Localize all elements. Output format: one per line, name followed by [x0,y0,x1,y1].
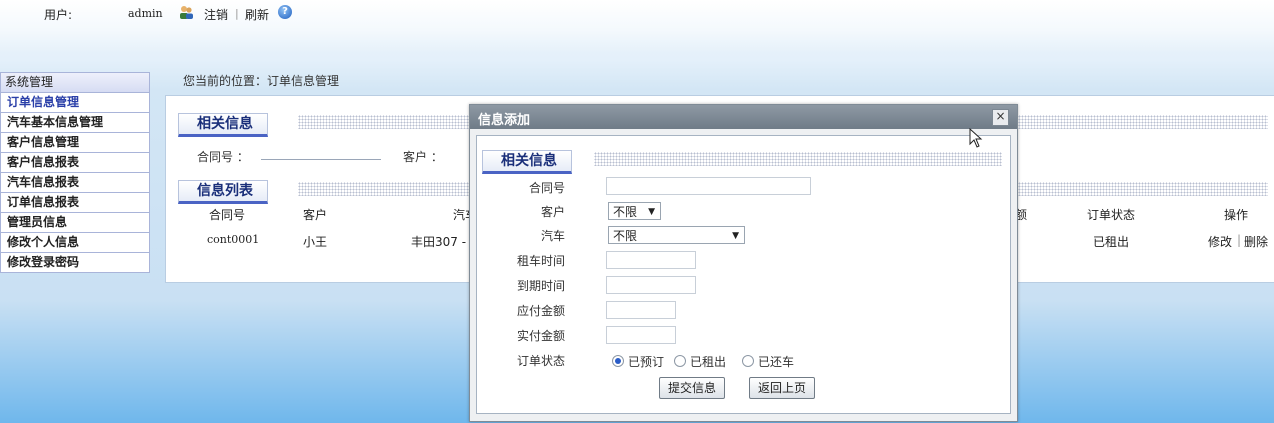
dialog-section-header: 相关信息 [482,150,1002,174]
dialog-body: 相关信息 合同号 客户 不限 ▼ 汽车 不限 ▼ 租车时间 到期时间 应付金额 … [476,135,1011,414]
contract-filter-input[interactable] [261,159,381,160]
col-contract: 合同号 [209,208,246,222]
sidebar-item-customer-management[interactable]: 客户信息管理 [0,133,150,153]
section-divider [594,152,1002,166]
status-returned-label: 已还车 [758,355,795,369]
col-action: 操作 [1224,208,1249,222]
sidebar-item-edit-profile[interactable]: 修改个人信息 [0,233,150,253]
help-icon[interactable]: ? [278,5,292,19]
due-time-input[interactable] [606,276,696,294]
mouse-cursor-icon [969,128,983,148]
chevron-down-icon: ▼ [648,207,655,217]
rent-time-label: 租车时间 [516,254,565,268]
col-customer: 客户 [303,208,328,222]
sidebar-item-customer-report[interactable]: 客户信息报表 [0,153,150,173]
customer-select[interactable]: 不限 ▼ [608,202,661,220]
row-customer: 小王 [303,235,328,249]
list-section-title: 信息列表 [178,180,268,204]
breadcrumb: 您当前的位置：订单信息管理 [183,74,340,88]
back-button[interactable]: 返回上页 [749,377,816,399]
status-radio-returned[interactable] [742,355,754,367]
dialog-titlebar[interactable]: 信息添加 × [470,105,1017,129]
header-separator: | [235,7,239,20]
edit-link[interactable]: 修改 [1208,233,1232,250]
sidebar-item-change-password[interactable]: 修改登录密码 [0,253,150,273]
delete-link[interactable]: 删除 [1244,233,1268,250]
sidebar-item-car-info[interactable]: 汽车基本信息管理 [0,113,150,133]
sidebar-item-order-management[interactable]: 订单信息管理 [0,93,150,113]
car-label: 汽车 [540,229,565,243]
customer-filter-label: 客户 ： [403,150,443,164]
submit-button[interactable]: 提交信息 [659,377,726,399]
row-status: 已租出 [1093,235,1130,249]
rent-time-input[interactable] [606,251,696,269]
sidebar-item-order-report[interactable]: 订单信息报表 [0,193,150,213]
user-label: 用户: [44,8,73,22]
sidebar-item-admin-info[interactable]: 管理员信息 [0,213,150,233]
add-info-dialog: 信息添加 × 相关信息 合同号 客户 不限 ▼ 汽车 不限 ▼ 租车时间 到期时… [469,104,1018,422]
row-contract: cont0001 [207,233,260,246]
dialog-section-title: 相关信息 [482,150,572,174]
sidebar-heading[interactable]: 系统管理 [0,72,150,93]
paid-input[interactable] [606,326,676,344]
chevron-down-icon: ▼ [732,231,739,241]
paid-label: 实付金额 [516,329,565,343]
username: admin [128,7,163,20]
payable-input[interactable] [606,301,676,319]
close-icon[interactable]: × [992,109,1009,126]
status-radio-reserved[interactable] [612,355,624,367]
status-reserved-label: 已预订 [628,355,665,369]
action-separator: | [1237,233,1242,247]
car-select-value: 不限 [613,229,638,243]
top-bar: 用户: admin 注销 | 刷新 ? [0,0,1274,52]
dialog-title: 信息添加 [478,113,531,128]
contract-filter-label: 合同号 ： [197,150,249,164]
customer-select-value: 不限 [613,205,638,219]
sidebar-item-car-report[interactable]: 汽车信息报表 [0,173,150,193]
status-radio-rented[interactable] [674,355,686,367]
user-icon [180,6,193,19]
search-section-title: 相关信息 [178,113,268,137]
customer-label: 客户 [540,205,565,219]
sidebar: 系统管理 订单信息管理 汽车基本信息管理 客户信息管理 客户信息报表 汽车信息报… [0,72,150,273]
refresh-link[interactable]: 刷新 [245,6,269,23]
logout-link[interactable]: 注销 [204,6,228,23]
col-status: 订单状态 [1087,208,1136,222]
car-select[interactable]: 不限 ▼ [608,226,745,244]
contract-label: 合同号 [528,181,565,195]
status-label: 订单状态 [516,354,565,368]
due-time-label: 到期时间 [516,279,565,293]
status-rented-label: 已租出 [690,355,727,369]
contract-input[interactable] [606,177,811,195]
payable-label: 应付金额 [516,304,565,318]
